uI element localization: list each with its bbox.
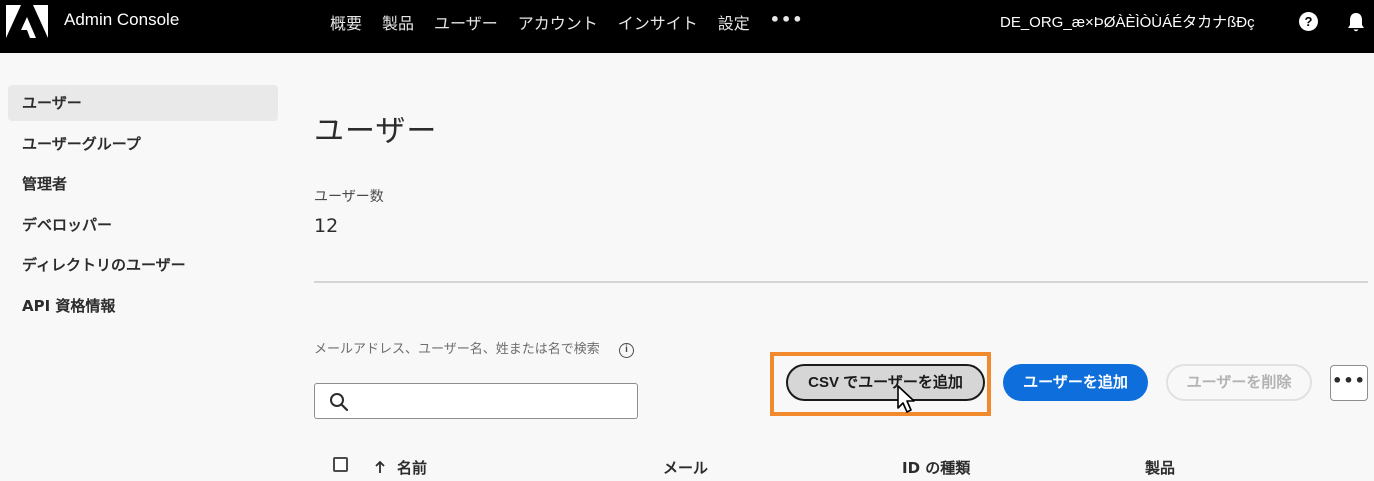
help-icon[interactable]: ?	[1299, 12, 1318, 31]
top-bar: Admin Console 概要 製品 ユーザー アカウント インサイト 設定 …	[0, 0, 1374, 53]
nav-products[interactable]: 製品	[382, 10, 414, 34]
sidebar: ユーザー ユーザーグループ 管理者 デベロッパー ディレクトリのユーザー API…	[8, 85, 278, 328]
sidebar-item-directory-users[interactable]: ディレクトリのユーザー	[8, 247, 278, 283]
user-count-label: ユーザー数	[314, 189, 384, 205]
column-header-id-type[interactable]: ID の種類	[902, 457, 970, 478]
search-icon	[330, 393, 349, 412]
add-users-by-csv-button[interactable]: CSV でユーザーを追加	[786, 364, 985, 401]
column-header-name[interactable]: 名前	[397, 457, 427, 478]
column-header-products[interactable]: 製品	[1145, 457, 1175, 478]
mouse-cursor-icon	[897, 385, 915, 413]
delete-user-button[interactable]: ユーザーを削除	[1166, 364, 1312, 401]
search-input[interactable]	[359, 385, 629, 417]
info-icon[interactable]: i	[619, 343, 634, 358]
user-count-value: 12	[314, 215, 339, 237]
search-label: メールアドレス、ユーザー名、姓または名で検索	[314, 342, 600, 357]
page-title: ユーザー	[314, 114, 438, 149]
sidebar-item-api-credentials[interactable]: API 資格情報	[8, 288, 278, 324]
more-actions-button[interactable]: •••	[1330, 365, 1368, 401]
bell-icon[interactable]	[1346, 11, 1366, 33]
top-navigation: 概要 製品 ユーザー アカウント インサイト 設定 •••	[330, 10, 803, 34]
column-header-email[interactable]: メール	[663, 457, 708, 478]
add-user-button[interactable]: ユーザーを追加	[1003, 364, 1148, 401]
search-field[interactable]	[314, 383, 638, 419]
nav-users[interactable]: ユーザー	[434, 10, 498, 34]
sort-ascending-icon[interactable]	[374, 460, 386, 474]
nav-overview[interactable]: 概要	[330, 10, 362, 34]
adobe-logo-icon[interactable]	[6, 5, 48, 38]
sidebar-item-developers[interactable]: デベロッパー	[8, 207, 278, 243]
nav-settings[interactable]: 設定	[718, 10, 750, 34]
app-title[interactable]: Admin Console	[64, 10, 179, 30]
nav-account[interactable]: アカウント	[518, 10, 598, 34]
sidebar-item-user-groups[interactable]: ユーザーグループ	[8, 126, 278, 162]
divider	[314, 281, 1368, 283]
sidebar-item-administrators[interactable]: 管理者	[8, 166, 278, 202]
select-all-checkbox[interactable]	[333, 457, 348, 472]
nav-insights[interactable]: インサイト	[618, 10, 698, 34]
org-switcher[interactable]: DE_ORG_æ×ÞØÀÈÌÒÙÁÉタカナßĐç	[1000, 11, 1255, 32]
sidebar-item-users[interactable]: ユーザー	[8, 85, 278, 121]
nav-more-icon[interactable]: •••	[770, 10, 804, 34]
